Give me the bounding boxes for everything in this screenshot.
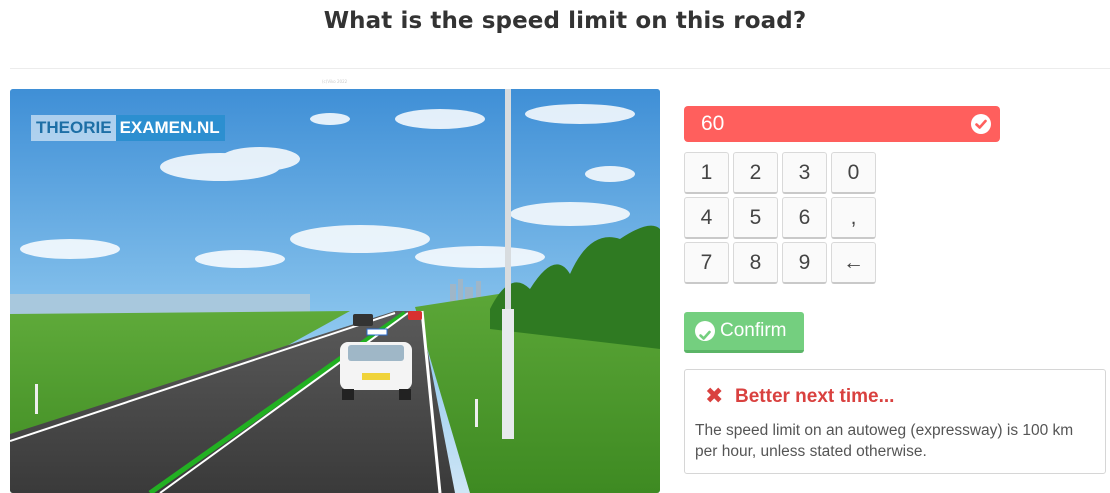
key-comma[interactable]: , xyxy=(831,197,876,239)
confirm-label: Confirm xyxy=(720,320,787,341)
key-3[interactable]: 3 xyxy=(782,152,827,194)
key-9[interactable]: 9 xyxy=(782,242,827,284)
answer-value: 60 xyxy=(701,112,725,135)
feedback-explanation: The speed limit on an autoweg (expresswa… xyxy=(695,422,1074,460)
backspace-key[interactable]: ← xyxy=(831,242,876,284)
theorie-examen-logo: THEORIE EXAMEN.NL xyxy=(31,115,225,141)
check-circle-icon xyxy=(695,321,715,341)
road-scene-image: THEORIE EXAMEN.NL xyxy=(10,89,660,493)
image-caption: (c)Viko 2022 xyxy=(322,79,348,84)
key-1[interactable]: 1 xyxy=(684,152,729,194)
logo-part-theorie: THEORIE xyxy=(31,115,116,141)
key-5[interactable]: 5 xyxy=(733,197,778,239)
divider xyxy=(10,68,1110,69)
road-scene-illustration xyxy=(10,89,660,493)
key-7[interactable]: 7 xyxy=(684,242,729,284)
key-2[interactable]: 2 xyxy=(733,152,778,194)
logo-part-examen: EXAMEN.NL xyxy=(115,115,225,141)
answer-display: 60 xyxy=(684,106,1000,142)
feedback-title: Better next time... xyxy=(735,385,895,407)
feedback-header: ✖ Better next time... xyxy=(705,384,894,409)
key-0[interactable]: 0 xyxy=(831,152,876,194)
feedback-panel: ✖ Better next time... The speed limit on… xyxy=(684,369,1106,474)
check-circle-icon xyxy=(971,114,991,134)
question-title: What is the speed limit on this road? xyxy=(323,8,807,34)
key-4[interactable]: 4 xyxy=(684,197,729,239)
confirm-button[interactable]: Confirm xyxy=(684,312,804,353)
cross-icon: ✖ xyxy=(705,384,724,409)
key-8[interactable]: 8 xyxy=(733,242,778,284)
key-6[interactable]: 6 xyxy=(782,197,827,239)
